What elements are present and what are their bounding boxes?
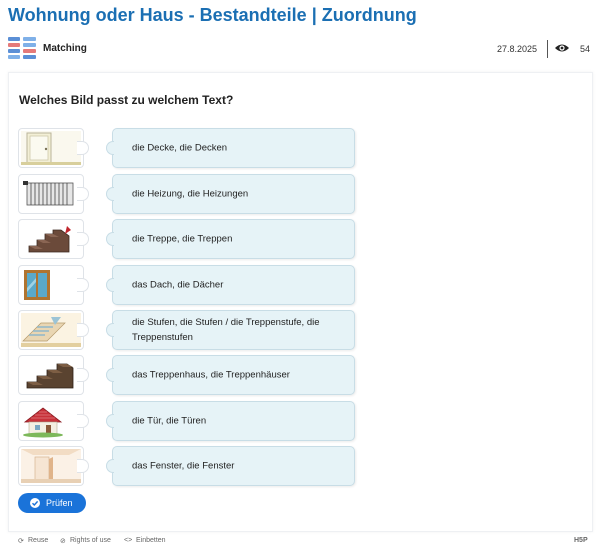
content-area: Welches Bild passt zu welchem Text? die … — [8, 72, 593, 532]
matching-row: die Tür, die Türen — [18, 401, 358, 441]
tile-notch — [77, 368, 89, 382]
question: Welches Bild passt zu welchem Text? — [19, 93, 234, 107]
matching-row: die Heizung, die Heizungen — [18, 174, 358, 214]
text-tile-label: die Decke, die Decken — [132, 142, 228, 154]
tile-tab — [106, 368, 114, 382]
roof-image — [21, 404, 81, 438]
text-tile[interactable]: die Tür, die Türen — [106, 401, 355, 441]
tile-tab — [106, 323, 114, 337]
tile-tab — [106, 141, 114, 155]
rights-icon: ⊘ — [60, 538, 66, 545]
radiator-image — [21, 177, 81, 211]
ceiling-image — [21, 449, 81, 483]
image-tile-radiator[interactable] — [18, 174, 84, 214]
text-tile-label: das Dach, die Dächer — [132, 279, 224, 291]
rights-of-use-link[interactable]: Rights of use — [70, 537, 111, 544]
window-image — [21, 268, 81, 302]
view-count: 54 — [579, 44, 590, 54]
image-tile-stairs[interactable] — [18, 355, 84, 395]
check-circle-icon — [30, 498, 40, 508]
tile-notch — [77, 187, 89, 201]
reuse-icon: ⟳ — [18, 538, 24, 545]
tile-notch — [77, 232, 89, 246]
text-tile[interactable]: das Treppenhaus, die Treppenhäuser — [106, 355, 355, 395]
tile-notch — [77, 278, 89, 292]
tile-tab — [106, 278, 114, 292]
image-tile-door[interactable] — [18, 128, 84, 168]
matching-type-icon — [8, 37, 36, 59]
text-tile-label: das Fenster, die Fenster — [132, 460, 235, 472]
tile-tab — [106, 414, 114, 428]
matching-row: die Decke, die Decken — [18, 128, 358, 168]
matching-row: das Fenster, die Fenster — [18, 446, 358, 486]
matching-row: das Treppenhaus, die Treppenhäuser — [18, 355, 358, 395]
text-tile-label: die Heizung, die Heizungen — [132, 188, 249, 200]
eye-icon — [555, 44, 569, 52]
matching-row: die Treppe, die Treppen — [18, 219, 358, 259]
text-tile[interactable]: das Fenster, die Fenster — [106, 446, 355, 486]
content-type-label: Matching — [43, 43, 87, 54]
stairs-image — [21, 358, 81, 392]
text-tile[interactable]: das Dach, die Dächer — [106, 265, 355, 305]
text-tile-label: das Treppenhaus, die Treppenhäuser — [132, 369, 290, 381]
tile-notch — [77, 141, 89, 155]
embed-icon: <> — [124, 537, 133, 544]
tile-tab — [106, 459, 114, 473]
check-button[interactable]: Prüfen — [18, 493, 86, 513]
image-tile-window[interactable] — [18, 265, 84, 305]
text-tile-label: die Stufen, die Stufen / die Treppenstuf… — [132, 317, 320, 343]
meta-divider — [547, 40, 548, 58]
footer: ⟳ Reuse ⊘ Rights of use <> Einbetten H5P — [8, 533, 592, 549]
page-title: Wohnung oder Haus - Bestandteile | Zuord… — [8, 5, 417, 25]
check-button-label: Prüfen — [46, 498, 73, 508]
text-tile-label: die Treppe, die Treppen — [132, 233, 233, 245]
text-tile[interactable]: die Treppe, die Treppen — [106, 219, 355, 259]
image-tile-steps[interactable] — [18, 219, 84, 259]
tile-notch — [77, 459, 89, 473]
tile-tab — [106, 232, 114, 246]
image-tile-stairwell[interactable] — [18, 310, 84, 350]
reuse-link[interactable]: Reuse — [28, 537, 48, 544]
meta-bar: Matching 27.8.2025 54 — [8, 34, 592, 64]
date: 27.8.2025 — [496, 44, 537, 54]
tile-notch — [77, 414, 89, 428]
matching-row: die Stufen, die Stufen / die Treppenstuf… — [18, 310, 358, 350]
stairwell-image — [21, 313, 81, 347]
steps-image — [21, 222, 81, 256]
embed-link[interactable]: Einbetten — [136, 537, 166, 544]
image-tile-roof[interactable] — [18, 401, 84, 441]
matching-row: das Dach, die Dächer — [18, 265, 358, 305]
text-tile[interactable]: die Decke, die Decken — [106, 128, 355, 168]
image-tile-ceiling[interactable] — [18, 446, 84, 486]
text-tile[interactable]: die Stufen, die Stufen / die Treppenstuf… — [106, 310, 355, 350]
tile-tab — [106, 187, 114, 201]
tile-notch — [77, 323, 89, 337]
h5p-logo: H5P — [574, 537, 588, 544]
text-tile-label: die Tür, die Türen — [132, 415, 207, 427]
text-tile[interactable]: die Heizung, die Heizungen — [106, 174, 355, 214]
door-image — [21, 131, 81, 165]
